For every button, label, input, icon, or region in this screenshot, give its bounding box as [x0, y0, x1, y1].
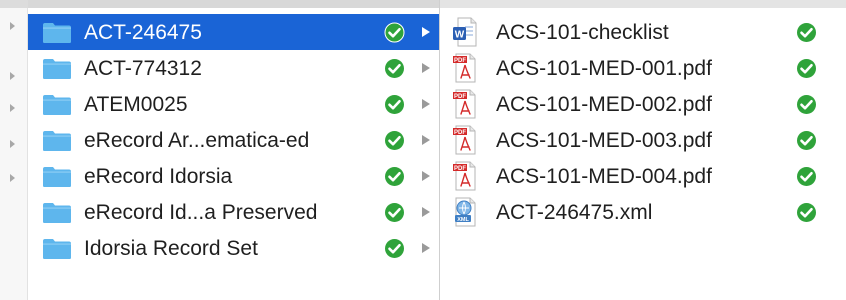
word-document-icon: W — [453, 17, 477, 47]
chevron-right-icon — [422, 243, 430, 253]
file-name: ACS-101-MED-001.pdf — [496, 57, 712, 80]
checkmark-badge-icon — [385, 203, 404, 222]
svg-text:PDF: PDF — [454, 166, 466, 172]
pdf-icon: PDF — [453, 89, 476, 119]
svg-text:PDF: PDF — [454, 130, 466, 136]
checkmark-badge-icon — [797, 59, 816, 78]
file-row[interactable]: PDF ACS-101-MED-004.pdf — [440, 158, 846, 194]
checkmark-badge-icon — [797, 23, 816, 42]
checkmark-badge-icon — [385, 167, 404, 186]
folder-name: eRecord Idorsia — [84, 165, 233, 188]
chevron-right-icon — [422, 171, 430, 181]
folder-icon — [43, 203, 71, 223]
file-row[interactable]: PDF ACS-101-MED-003.pdf — [440, 122, 846, 158]
disclosure-arrow-icon[interactable] — [10, 72, 15, 80]
checkmark-badge-icon — [797, 95, 816, 114]
disclosure-arrow-icon[interactable] — [10, 174, 15, 182]
folder-icon — [43, 239, 71, 259]
checkmark-badge-icon — [797, 203, 816, 222]
file-row[interactable]: W ACS-101-checklist — [440, 14, 846, 50]
chevron-right-icon — [422, 135, 430, 145]
window-top-edge — [0, 0, 846, 8]
chevron-right-icon — [422, 99, 430, 109]
xml-file-icon: XML — [455, 197, 476, 227]
folder-row[interactable]: ACT-774312 — [28, 50, 439, 86]
checkmark-badge-icon — [385, 239, 404, 258]
pdf-icon: PDF — [453, 125, 476, 155]
folder-name: ACT-774312 — [84, 57, 202, 80]
svg-text:W: W — [455, 30, 465, 41]
pdf-icon: PDF — [453, 161, 476, 191]
file-row[interactable]: PDF ACS-101-MED-002.pdf — [440, 86, 846, 122]
chevron-right-icon — [422, 27, 430, 37]
checkmark-badge-icon — [384, 22, 405, 43]
file-row[interactable]: XML ACT-246475.xml — [440, 194, 846, 230]
file-name: ACT-246475.xml — [496, 201, 653, 224]
window-top-edge-middle — [28, 0, 440, 8]
checkmark-badge-icon — [385, 95, 404, 114]
file-name: ACS-101-MED-002.pdf — [496, 93, 712, 116]
folder-name: Idorsia Record Set — [84, 237, 258, 260]
folder-row[interactable]: ACT-246475 — [28, 14, 439, 50]
svg-text:PDF: PDF — [454, 58, 466, 64]
folder-column[interactable]: ACT-246475 ACT-774312 ATEM0025 eRecord A… — [28, 8, 439, 300]
svg-text:XML: XML — [457, 217, 469, 223]
chevron-right-icon — [422, 63, 430, 73]
checkmark-badge-icon — [797, 131, 816, 150]
file-name: ACS-101-checklist — [496, 21, 669, 44]
folder-icon — [43, 167, 71, 187]
folder-row[interactable]: eRecord Idorsia — [28, 158, 439, 194]
chevron-right-icon — [422, 207, 430, 217]
pdf-icon: PDF — [453, 53, 476, 83]
folder-name: ATEM0025 — [84, 93, 188, 116]
folder-row[interactable]: Idorsia Record Set — [28, 230, 439, 266]
folder-icon — [43, 95, 71, 115]
checkmark-badge-icon — [385, 59, 404, 78]
checkmark-badge-icon — [797, 167, 816, 186]
disclosure-arrow-icon[interactable] — [10, 22, 15, 30]
folder-row[interactable]: eRecord Id...a Preserved — [28, 194, 439, 230]
folder-name: eRecord Id...a Preserved — [84, 201, 318, 224]
folder-name: eRecord Ar...ematica-ed — [84, 129, 310, 152]
folder-name: ACT-246475 — [84, 21, 202, 44]
disclosure-arrow-icon[interactable] — [10, 140, 15, 148]
window-top-edge-left — [0, 0, 28, 8]
svg-text:PDF: PDF — [454, 94, 466, 100]
folder-icon — [43, 23, 71, 43]
folder-row[interactable]: eRecord Ar...ematica-ed — [28, 122, 439, 158]
file-name: ACS-101-MED-003.pdf — [496, 129, 712, 152]
file-row[interactable]: PDF ACS-101-MED-001.pdf — [440, 50, 846, 86]
folder-icon — [43, 59, 71, 79]
folder-row[interactable]: ATEM0025 — [28, 86, 439, 122]
disclosure-arrow-icon[interactable] — [10, 104, 15, 112]
file-name: ACS-101-MED-004.pdf — [496, 165, 712, 188]
previous-column[interactable] — [0, 8, 28, 300]
folder-icon — [43, 131, 71, 151]
file-column[interactable]: W ACS-101-checklist PDF ACS-101-MED-001.… — [440, 8, 846, 300]
checkmark-badge-icon — [385, 131, 404, 150]
